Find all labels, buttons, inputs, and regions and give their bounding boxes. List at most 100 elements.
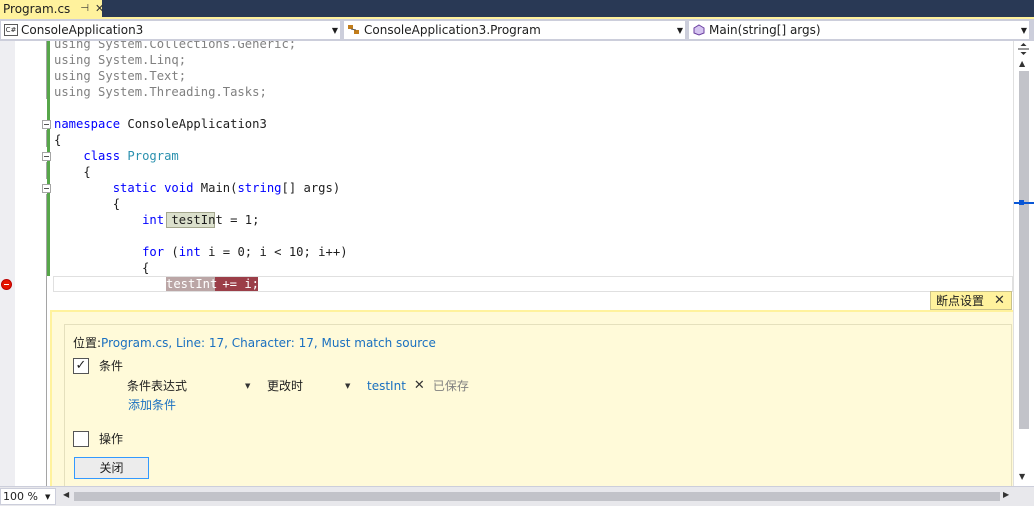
condition-when-dropdown[interactable]: 更改时 ▼: [267, 377, 355, 394]
breakpoint-statement-identifier[interactable]: testInt: [166, 276, 217, 292]
code-text: i = 0; i < 10; i++): [200, 245, 348, 259]
collapse-class-icon[interactable]: [42, 152, 51, 161]
close-icon[interactable]: ✕: [994, 293, 1005, 308]
code-line: using System.Collections.Generic;: [54, 41, 296, 52]
keyword: for: [142, 245, 165, 259]
split-window-icon[interactable]: [1017, 43, 1030, 55]
condition-value-input[interactable]: testInt: [367, 379, 406, 393]
member-dropdown-value: Main(string[] args): [709, 23, 821, 37]
close-button[interactable]: 关闭: [74, 457, 149, 479]
class-icon: [347, 24, 361, 36]
conditions-row: ✓ 条件: [73, 357, 123, 374]
chevron-down-icon[interactable]: ▼: [345, 382, 350, 390]
chevron-down-icon[interactable]: ▼: [45, 493, 55, 501]
code-text: Main(: [193, 181, 238, 195]
code-line: {: [54, 261, 150, 275]
code-text: [] args): [281, 181, 341, 195]
keyword: string: [237, 181, 282, 195]
code-line: {: [54, 133, 62, 147]
tab-title: Program.cs: [3, 1, 71, 16]
document-tab-strip: Program.cs ⊣ ✕: [0, 0, 1034, 17]
chevron-down-icon[interactable]: ▼: [330, 26, 340, 35]
close-icon[interactable]: ✕: [95, 2, 104, 15]
project-dropdown[interactable]: C# ConsoleApplication3 ▼: [0, 20, 341, 40]
code-line: class Program: [54, 148, 178, 164]
type-dropdown[interactable]: ConsoleApplication3.Program ▼: [343, 20, 686, 40]
document-tab-program-cs[interactable]: Program.cs ⊣ ✕: [0, 0, 104, 17]
checkmark-icon: ✓: [75, 358, 87, 373]
scroll-right-icon[interactable]: ▶: [1003, 490, 1009, 499]
code-text: System.Text;: [90, 69, 187, 83]
code-line: using System.Threading.Tasks;: [54, 84, 267, 100]
scroll-left-icon[interactable]: ◀: [63, 490, 69, 499]
breakpoint-settings-tab: 断点设置 ✕: [930, 291, 1012, 310]
keyword: static: [112, 181, 157, 195]
glyph-margin[interactable]: [0, 41, 15, 486]
keyword: void: [164, 181, 194, 195]
condition-when-value: 更改时: [267, 379, 304, 393]
keyword: namespace: [54, 117, 121, 131]
code-line: using System.Text;: [54, 68, 186, 84]
vertical-scroll-thumb[interactable]: [1019, 71, 1029, 429]
keyword: int: [178, 245, 201, 259]
code-line: for (int i = 0; i < 10; i++): [54, 244, 348, 260]
actions-row: 操作: [73, 430, 123, 447]
keyword: using: [54, 85, 91, 99]
chevron-down-icon[interactable]: ▼: [675, 26, 685, 35]
conditions-label: 条件: [99, 359, 124, 373]
keyword: using: [54, 69, 91, 83]
code-line: int testInt = 1;: [54, 212, 259, 228]
code-line: static void Main(string[] args): [54, 180, 341, 196]
actions-checkbox[interactable]: [73, 430, 89, 447]
collapse-namespace-icon[interactable]: [42, 120, 51, 129]
horizontal-scroll-thumb[interactable]: [74, 492, 1000, 501]
code-text: = 1;: [222, 213, 260, 227]
condition-expression-row: 条件表达式 ▼ 更改时 ▼ testInt ✕ 已保存: [127, 377, 469, 394]
editor-bottom-bar: 100 % ▼ ◀ ▶: [0, 486, 1034, 506]
outline-guide: [46, 194, 47, 486]
condition-kind-dropdown[interactable]: 条件表达式 ▼: [127, 377, 255, 394]
navigation-bar: C# ConsoleApplication3 ▼ ConsoleApplicat…: [0, 19, 1034, 41]
scroll-up-icon[interactable]: ▲: [1019, 59, 1025, 68]
outline-guide: [46, 41, 47, 99]
location-link[interactable]: Program.cs, Line: 17, Character: 17, Mus…: [101, 336, 436, 350]
caret-position-dot: [1019, 200, 1024, 205]
code-editor[interactable]: using System.Collections.Generic; using …: [0, 41, 1013, 486]
zoom-level: 100 %: [3, 490, 38, 503]
saved-status: 已保存: [432, 379, 469, 393]
zoom-dropdown[interactable]: 100 % ▼: [0, 488, 56, 505]
code-text: System.Linq;: [90, 53, 187, 67]
location-row: 位置: Program.cs, Line: 17, Character: 17,…: [73, 334, 436, 351]
method-icon: [692, 24, 706, 36]
pin-icon[interactable]: ⊣: [80, 3, 89, 14]
breakpoint-settings-title: 断点设置: [936, 294, 985, 308]
remove-condition-icon[interactable]: ✕: [414, 378, 425, 393]
identifier-testint[interactable]: testInt: [171, 213, 222, 227]
breakpoint-settings-panel: 位置: Program.cs, Line: 17, Character: 17,…: [50, 312, 1013, 486]
keyword: using: [54, 53, 91, 67]
actions-label: 操作: [99, 432, 124, 446]
keyword: using: [54, 41, 91, 51]
code-line: {: [54, 165, 91, 179]
chevron-down-icon[interactable]: ▼: [1019, 26, 1029, 35]
code-text: ConsoleApplication3: [120, 117, 267, 131]
conditions-checkbox[interactable]: ✓: [73, 357, 89, 374]
member-dropdown[interactable]: Main(string[] args) ▼: [688, 20, 1030, 40]
breakpoint-statement-text[interactable]: += i;: [215, 276, 259, 292]
code-line: using System.Linq;: [54, 52, 186, 68]
collapse-method-icon[interactable]: [42, 184, 51, 193]
add-condition-link[interactable]: 添加条件: [128, 396, 176, 413]
code-text: System.Threading.Tasks;: [90, 85, 267, 99]
code-text: (: [164, 245, 179, 259]
vertical-scrollbar[interactable]: ▲ ▼: [1013, 41, 1034, 486]
outline-guide: [46, 130, 47, 147]
csharp-project-icon: C#: [4, 24, 18, 36]
breakpoint-icon[interactable]: [1, 279, 12, 290]
scroll-down-icon[interactable]: ▼: [1019, 472, 1025, 481]
chevron-down-icon[interactable]: ▼: [245, 382, 250, 390]
caret-position-marker: [1014, 202, 1034, 204]
